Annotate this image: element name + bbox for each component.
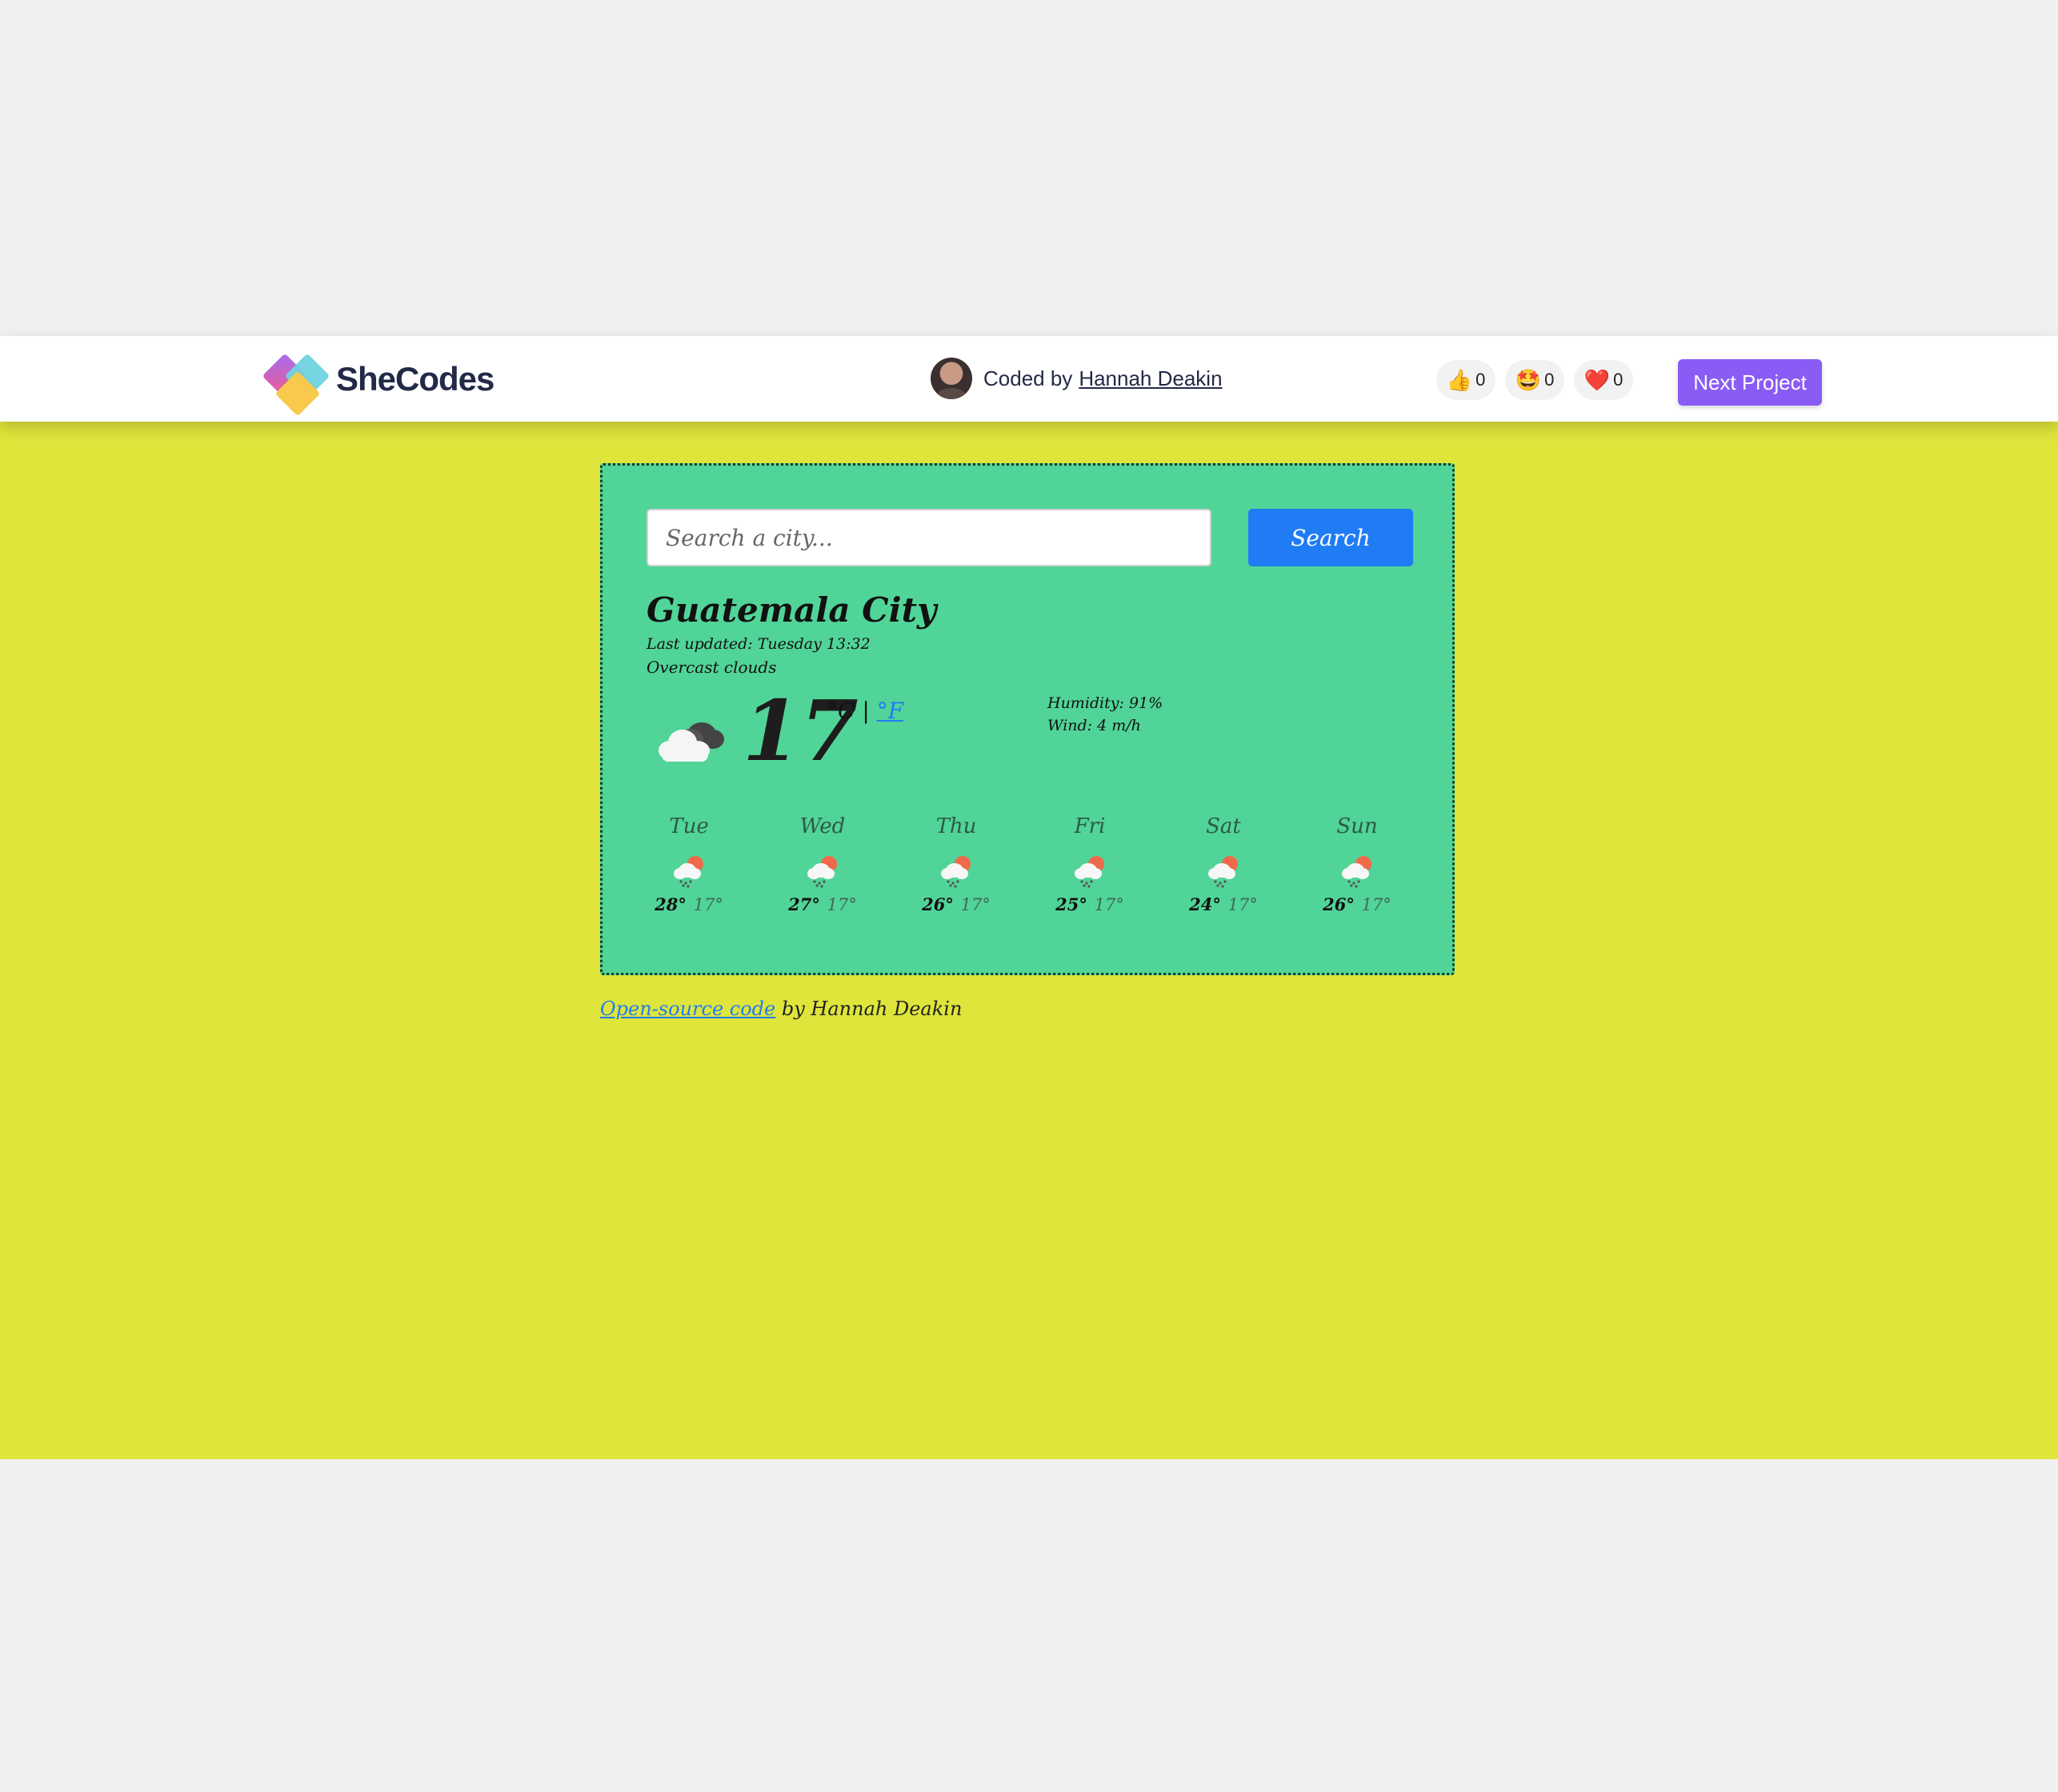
footer-credit: Open-source code by Hannah Deakin [600, 998, 962, 1020]
forecast-temps: 26° 17° [908, 894, 1004, 914]
author-link[interactable]: Hannah Deakin [1079, 366, 1222, 391]
reaction-heart[interactable]: ❤️ 0 [1574, 360, 1633, 400]
humidity: Humidity: 91% [1047, 694, 1163, 712]
forecast-high: 26° [1323, 894, 1355, 914]
forecast-day: Sat 24° 17° [1175, 814, 1271, 914]
logo-text: SheCodes [336, 360, 494, 398]
weather-description: Overcast clouds [647, 658, 777, 677]
reaction-star-struck[interactable]: 🤩 0 [1505, 360, 1564, 400]
forecast-low: 17° [693, 895, 723, 914]
forecast: Tue 28° 17° Wed 27° 17° Thu 26° 17° Fri … [641, 814, 1441, 934]
forecast-high: 24° [1189, 894, 1221, 914]
rain-sun-icon [807, 856, 837, 888]
app-background: Search Guatemala City Last updated: Tues… [0, 422, 2058, 1459]
forecast-temps: 26° 17° [1309, 894, 1405, 914]
forecast-day-name: Fri [1074, 814, 1106, 838]
unit-toggle: °C | °F [827, 698, 903, 724]
rain-sun-icon [941, 856, 971, 888]
forecast-day-name: Sat [1206, 814, 1241, 838]
celsius-label: °C [827, 698, 855, 724]
footer-author: by Hannah Deakin [781, 998, 963, 1020]
weather-card: Search Guatemala City Last updated: Tues… [600, 463, 1455, 975]
forecast-day-name: Wed [799, 814, 846, 838]
reaction-count: 0 [1544, 370, 1555, 390]
forecast-low: 17° [1361, 895, 1391, 914]
forecast-high: 25° [1055, 894, 1087, 914]
star-struck-icon: 🤩 [1515, 367, 1542, 392]
shecodes-logo[interactable]: SheCodes [262, 347, 494, 417]
rain-sun-icon [1075, 856, 1104, 888]
coded-by-label: Coded by [983, 366, 1073, 390]
reactions: 👍 0 🤩 0 ❤️ 0 [1436, 360, 1633, 400]
last-updated: Last updated: Tuesday 13:32 [647, 635, 871, 653]
heart-icon: ❤️ [1584, 367, 1611, 392]
open-source-link[interactable]: Open-source code [600, 998, 775, 1020]
rain-sun-icon [1208, 856, 1238, 888]
forecast-high: 27° [788, 894, 820, 914]
forecast-temps: 27° 17° [775, 894, 871, 914]
fahrenheit-link[interactable]: °F [877, 698, 903, 724]
forecast-low: 17° [1094, 895, 1124, 914]
city-name: Guatemala City [647, 590, 937, 630]
forecast-high: 28° [655, 894, 687, 914]
forecast-day: Wed 27° 17° [775, 814, 871, 914]
coded-by: Coded by Hannah Deakin [931, 357, 1223, 400]
forecast-day: Fri 25° 17° [1042, 814, 1138, 914]
shecodes-logo-icon [262, 347, 331, 417]
next-project-button[interactable]: Next Project [1678, 359, 1822, 406]
reaction-thumbs-up[interactable]: 👍 0 [1436, 360, 1495, 400]
forecast-temps: 25° 17° [1042, 894, 1138, 914]
shecodes-header: SheCodes Coded by Hannah Deakin 👍 0 🤩 0 … [0, 336, 2058, 422]
wind: Wind: 4 m/h [1047, 717, 1141, 734]
forecast-low: 17° [827, 895, 857, 914]
forecast-day-name: Tue [669, 814, 709, 838]
forecast-day-name: Thu [935, 814, 977, 838]
forecast-day-name: Sun [1336, 814, 1378, 838]
search-button[interactable]: Search [1248, 509, 1413, 566]
overcast-cloud-icon [659, 722, 724, 762]
forecast-low: 17° [960, 895, 991, 914]
forecast-temps: 28° 17° [641, 894, 737, 914]
forecast-day: Thu 26° 17° [908, 814, 1004, 914]
rain-sun-icon [674, 856, 703, 888]
reaction-count: 0 [1475, 370, 1486, 390]
forecast-day: Tue 28° 17° [641, 814, 737, 914]
city-search-input[interactable] [647, 509, 1211, 566]
forecast-high: 26° [922, 894, 954, 914]
forecast-day: Sun 26° 17° [1309, 814, 1405, 914]
page: SheCodes Coded by Hannah Deakin 👍 0 🤩 0 … [0, 0, 2058, 1792]
thumbs-up-icon: 👍 [1446, 367, 1473, 392]
forecast-low: 17° [1227, 895, 1258, 914]
reaction-count: 0 [1613, 370, 1624, 390]
unit-separator: | [862, 698, 870, 724]
forecast-temps: 24° 17° [1175, 894, 1271, 914]
rain-sun-icon [1342, 856, 1371, 888]
avatar [931, 358, 972, 399]
